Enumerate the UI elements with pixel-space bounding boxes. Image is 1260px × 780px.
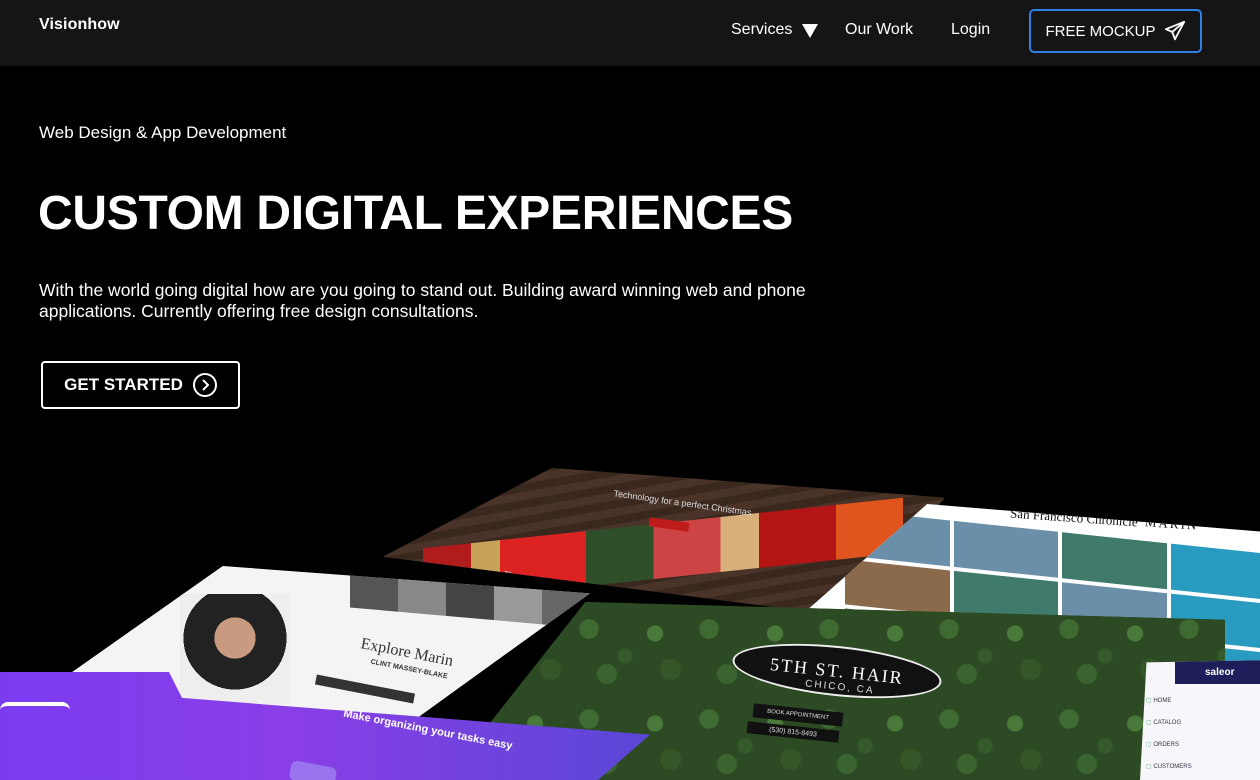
caret-down-icon [802, 24, 819, 38]
saleor-menu: HOME CATALOG ORDERS CUSTOMERS [1146, 690, 1192, 778]
portfolio-showcase: Technology for a perfect Christmas Thous… [0, 460, 1260, 780]
top-navbar: Visionhow Services Our Work Login FREE M… [0, 0, 1260, 66]
hero-description: With the world going digital how are you… [39, 280, 806, 321]
saleor-logo: saleor [1175, 660, 1260, 684]
chevron-right-circle-icon [192, 373, 217, 397]
get-started-label: GET STARTED [64, 375, 183, 394]
get-started-button[interactable]: GET STARTED [41, 361, 240, 409]
brand-logo[interactable]: Visionhow [39, 16, 120, 34]
hero-title: CUSTOM DIGITAL EXPERIENCES [38, 187, 793, 240]
sf-photo [1062, 532, 1167, 589]
task-title: Make organizing your tasks easy [342, 707, 514, 753]
task-card [288, 759, 338, 780]
portrait-photo [180, 594, 290, 704]
swoosh-logo [0, 702, 70, 710]
sf-photo [953, 520, 1058, 578]
hero-eyebrow: Web Design & App Development [39, 123, 287, 142]
saleor-menu-item: HOME [1146, 690, 1192, 712]
sf-photo [845, 559, 950, 616]
nav-services-label: Services [731, 21, 793, 38]
nav-our-work[interactable]: Our Work [845, 21, 913, 39]
free-mockup-label: FREE MOCKUP [1045, 22, 1156, 40]
sf-marin: MARIN [1144, 514, 1199, 533]
sf-photo [1170, 543, 1260, 601]
saleor-menu-item: ORDERS [1146, 734, 1192, 756]
paper-plane-icon [1164, 20, 1185, 41]
nav-login[interactable]: Login [951, 21, 990, 39]
free-mockup-button[interactable]: FREE MOCKUP [1029, 9, 1202, 53]
saleor-menu-item: CATALOG [1146, 712, 1192, 734]
sf-masthead: San Francisco Chronicle [1009, 505, 1139, 530]
nav-services[interactable]: Services [731, 21, 819, 39]
cta-bar [314, 674, 416, 704]
showcase-saleor-dashboard: saleor HOME CATALOG ORDERS CUSTOMERS [1140, 660, 1260, 780]
saleor-menu-item: CUSTOMERS [1146, 756, 1191, 778]
photo-strip [350, 571, 590, 629]
